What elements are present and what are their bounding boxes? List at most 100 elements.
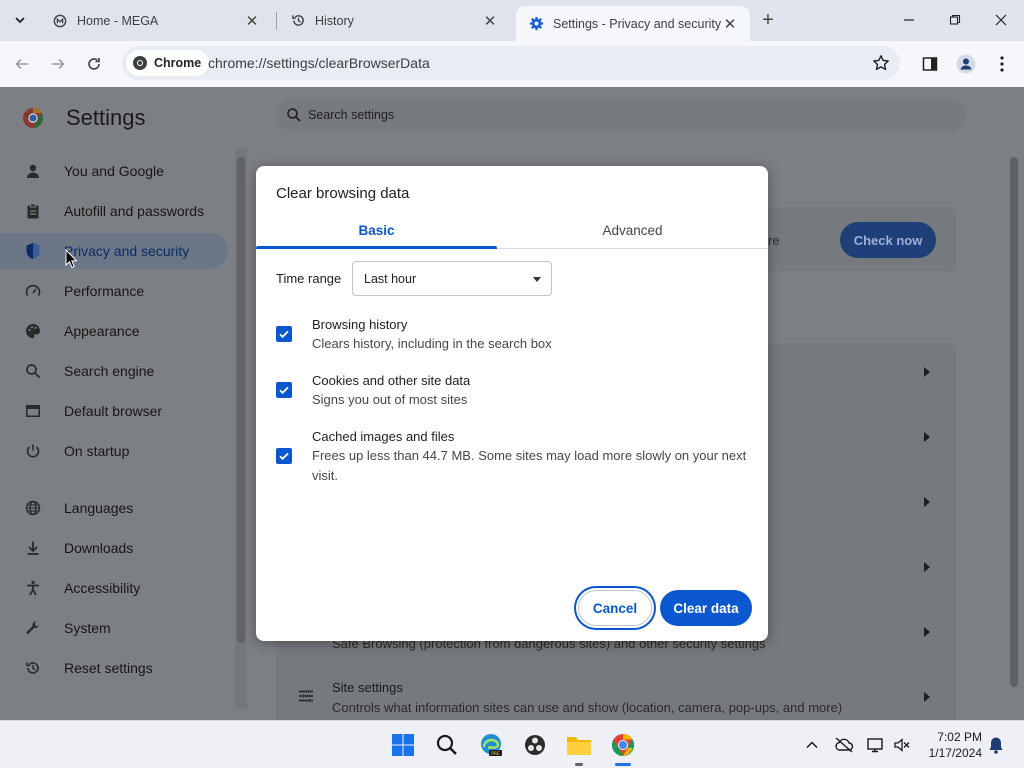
search-icon — [24, 362, 42, 380]
sidebar-item-you-and-google[interactable]: You and Google — [0, 153, 228, 189]
tray-volume[interactable] — [892, 735, 912, 755]
sidebar-item-default-browser[interactable]: Default browser — [0, 393, 228, 429]
sidebar-item-accessibility[interactable]: Accessibility — [0, 570, 228, 606]
clear-data-button[interactable]: Clear data — [660, 590, 752, 626]
option-title: Browsing history — [312, 317, 408, 332]
chevron-right-icon[interactable] — [924, 497, 930, 507]
profile-avatar-icon — [956, 54, 976, 74]
close-tab-icon[interactable]: ✕ — [722, 16, 738, 33]
tab-basic[interactable]: Basic — [256, 212, 497, 249]
tab-label: Settings - Privacy and security — [553, 16, 722, 31]
show-hidden-icons-button[interactable] — [802, 735, 822, 755]
scrollbar-thumb[interactable] — [1010, 157, 1018, 687]
sidebar-item-reset-settings[interactable]: Reset settings — [0, 650, 228, 686]
sidebar-scrollbar[interactable] — [235, 149, 247, 709]
bookmark-star-icon[interactable] — [872, 54, 890, 72]
browsing-history-checkbox[interactable] — [276, 326, 292, 342]
tab-strip: Home - MEGA ✕ History ✕ Settings - Priva… — [0, 0, 1024, 41]
taskbar-obs[interactable] — [521, 731, 549, 759]
time-range-select[interactable]: Last hour — [352, 261, 552, 296]
sidebar-item-label: On startup — [64, 443, 130, 459]
option-description: Frees up less than 44.7 MB. Some sites m… — [312, 448, 747, 483]
taskbar-file-explorer[interactable] — [565, 731, 593, 759]
profile-button[interactable] — [955, 53, 977, 75]
check-now-button[interactable]: Check now — [840, 222, 936, 258]
sidebar-item-label: System — [64, 620, 111, 636]
sidebar-item-languages[interactable]: Languages — [0, 490, 228, 526]
chevron-right-icon[interactable] — [924, 367, 930, 377]
close-tab-icon[interactable]: ✕ — [482, 13, 498, 30]
more-vertical-icon — [1000, 56, 1004, 72]
time-range-value: Last hour — [364, 271, 417, 286]
windows-logo-icon — [392, 734, 414, 756]
forward-button[interactable] — [44, 50, 72, 78]
chevron-right-icon[interactable] — [924, 627, 930, 637]
taskbar-edge-beta[interactable]: PRE — [477, 731, 505, 759]
sidebar-item-label: Performance — [64, 283, 145, 299]
clock-date: 1/17/2024 — [928, 746, 982, 760]
chevron-right-icon[interactable] — [924, 432, 930, 442]
edge-icon: PRE — [481, 734, 502, 757]
person-icon — [24, 162, 42, 180]
sidebar-item-search-engine[interactable]: Search engine — [0, 353, 228, 389]
tab-history[interactable]: History ✕ — [278, 6, 510, 35]
tab-advanced[interactable]: Advanced — [512, 212, 753, 248]
close-tab-icon[interactable]: ✕ — [244, 13, 260, 30]
sidebar-item-privacy-and-security[interactable]: Privacy and security — [0, 233, 228, 269]
tab-label: Home - MEGA — [77, 13, 159, 28]
site-settings-title[interactable]: Site settings — [332, 680, 403, 695]
sidebar-item-performance[interactable]: Performance — [0, 273, 228, 309]
tab-settings-privacy[interactable]: Settings - Privacy and security ✕ — [516, 6, 750, 41]
mega-icon — [52, 13, 68, 29]
sidebar-item-label: Accessibility — [64, 580, 141, 596]
settings-search[interactable]: Search settings — [276, 99, 966, 131]
address-bar[interactable]: Chrome chrome://settings/clearBrowserDat… — [122, 46, 900, 80]
taskbar-search-button[interactable] — [433, 731, 461, 759]
back-button[interactable] — [8, 50, 36, 78]
scrollbar-thumb[interactable] — [237, 157, 245, 643]
chrome-menu-button[interactable] — [991, 53, 1013, 75]
speedometer-icon — [24, 282, 42, 300]
sidebar-item-on-startup[interactable]: On startup — [0, 433, 228, 469]
notifications-button[interactable] — [986, 735, 1006, 755]
sidebar-item-label: Default browser — [64, 403, 163, 419]
tab-separator — [276, 12, 277, 30]
sidebar-item-system[interactable]: System — [0, 610, 228, 646]
tray-network[interactable] — [866, 735, 886, 755]
minimize-button[interactable] — [897, 8, 921, 32]
checkmark-icon — [279, 386, 289, 395]
cached-images-checkbox[interactable] — [276, 448, 292, 464]
power-icon — [24, 442, 42, 460]
system-clock[interactable]: 7:02 PM 1/17/2024 — [920, 729, 982, 761]
sidebar-item-label: Downloads — [64, 540, 134, 556]
chrome-icon — [612, 734, 634, 756]
close-window-button[interactable] — [989, 8, 1013, 32]
cookies-checkbox[interactable] — [276, 382, 292, 398]
tab-search-button[interactable] — [6, 6, 34, 34]
clipboard-icon — [24, 202, 42, 220]
sidebar-item-downloads[interactable]: Downloads — [0, 530, 228, 566]
sidebar-item-appearance[interactable]: Appearance — [0, 313, 228, 349]
restore-button[interactable] — [943, 8, 967, 32]
obs-icon — [525, 735, 545, 755]
reload-button[interactable] — [80, 50, 108, 78]
checkmark-icon — [279, 330, 289, 339]
folder-icon — [567, 737, 591, 755]
chevron-right-icon[interactable] — [924, 692, 930, 702]
browser-icon — [24, 402, 42, 420]
chrome-logo-icon — [22, 107, 44, 129]
new-tab-button[interactable]: + — [758, 9, 778, 31]
site-info-chip[interactable]: Chrome — [126, 50, 210, 76]
tab-label: History — [315, 13, 354, 28]
chevron-right-icon[interactable] — [924, 562, 930, 572]
tab-home-mega[interactable]: Home - MEGA ✕ — [40, 6, 272, 35]
cancel-button[interactable]: Cancel — [578, 590, 652, 626]
url-text[interactable]: chrome://settings/clearBrowserData — [208, 55, 430, 71]
main-scrollbar[interactable] — [1008, 149, 1020, 719]
start-button[interactable] — [389, 731, 417, 759]
globe-icon — [24, 499, 42, 517]
sidebar-item-autofill[interactable]: Autofill and passwords — [0, 193, 228, 229]
tray-cloud[interactable] — [834, 735, 854, 755]
taskbar-chrome[interactable] — [609, 731, 637, 759]
side-panel-button[interactable] — [919, 53, 941, 75]
